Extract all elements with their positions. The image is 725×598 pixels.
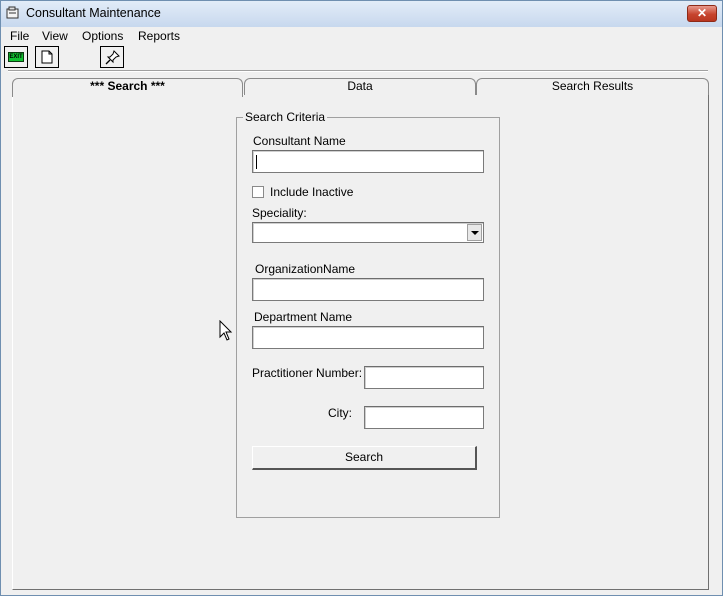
app-icon <box>6 6 19 19</box>
speciality-label: Speciality: <box>252 206 307 220</box>
search-criteria-title: Search Criteria <box>243 110 328 124</box>
text-caret <box>256 155 257 169</box>
department-name-label: Department Name <box>254 310 353 324</box>
pushpin-icon <box>105 50 120 65</box>
close-icon: ✕ <box>696 6 708 20</box>
tab-search[interactable]: *** Search *** <box>12 78 243 97</box>
department-name-input[interactable] <box>252 326 484 349</box>
exit-button[interactable]: EXIT <box>4 46 28 68</box>
organization-name-label: OrganizationName <box>255 262 356 276</box>
consultant-name-input[interactable] <box>252 150 484 173</box>
city-label: City: <box>328 406 352 420</box>
new-document-icon <box>41 50 53 64</box>
consultant-name-label: Consultant Name <box>253 134 346 148</box>
new-button[interactable] <box>35 46 59 68</box>
practitioner-number-label: Practitioner Number: <box>252 366 363 380</box>
speciality-dropdown-button[interactable] <box>467 224 482 241</box>
menu-reports[interactable]: Reports <box>138 29 180 43</box>
include-inactive-label: Include Inactive <box>270 185 354 199</box>
chevron-down-icon <box>471 231 479 235</box>
city-input[interactable] <box>364 406 484 429</box>
tab-search-results[interactable]: Search Results <box>476 78 709 95</box>
close-button[interactable]: ✕ <box>687 5 717 22</box>
search-button[interactable]: Search <box>252 446 477 470</box>
mouse-cursor-icon <box>219 320 233 341</box>
speciality-dropdown[interactable] <box>252 222 484 243</box>
practitioner-number-input[interactable] <box>364 366 484 389</box>
menu-view[interactable]: View <box>42 29 68 43</box>
menu-file[interactable]: File <box>10 29 29 43</box>
pin-button[interactable] <box>100 46 124 68</box>
tab-data[interactable]: Data <box>244 78 476 95</box>
window-title: Consultant Maintenance <box>26 6 161 20</box>
exit-icon: EXIT <box>8 52 24 62</box>
include-inactive-checkbox[interactable] <box>252 186 264 198</box>
organization-name-input[interactable] <box>252 278 484 301</box>
toolbar-separator <box>8 70 708 72</box>
menu-options[interactable]: Options <box>82 29 123 43</box>
